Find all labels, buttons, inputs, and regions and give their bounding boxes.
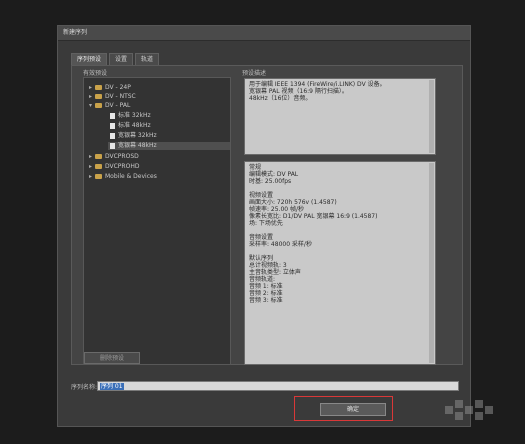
sequence-name-label: 序列名称: [71, 384, 98, 391]
tree-item-standard-32khz[interactable]: 标准 32kHz [110, 112, 151, 120]
folder-icon [95, 103, 102, 108]
tree-item-dvcprohd[interactable]: ▸ DVCPROHD [89, 163, 139, 171]
delete-preset-button[interactable]: 删除预设 [84, 352, 140, 364]
description-scrollbar[interactable] [429, 80, 434, 153]
folder-icon [95, 94, 102, 99]
tree-item-mobile-devices[interactable]: ▸ Mobile & Devices [89, 173, 157, 181]
ok-button[interactable]: 确定 [320, 403, 386, 416]
tab-bar: 序列预设 设置 轨道 [71, 53, 161, 65]
tree-item-dv-24p[interactable]: ▸ DV - 24P [89, 84, 131, 92]
preset-file-icon [110, 132, 115, 139]
tree-item-widescreen-32khz[interactable]: 宽银幕 32kHz [110, 132, 157, 140]
preset-file-icon [110, 112, 115, 119]
preset-file-icon [110, 142, 115, 149]
folder-icon [95, 164, 102, 169]
tree-item-standard-48khz[interactable]: 标准 48kHz [110, 122, 151, 130]
folder-icon [95, 85, 102, 90]
tree-item-dv-pal[interactable]: ▾ DV - PAL [89, 102, 130, 110]
sequence-name-value: 序列 01 [100, 383, 124, 390]
tree-item-dv-ntsc[interactable]: ▸ DV - NTSC [89, 93, 136, 101]
details-scrollbar[interactable] [429, 163, 434, 363]
dialog-title: 新建序列 [58, 26, 470, 41]
tab-sequence-presets[interactable]: 序列预设 [71, 53, 108, 65]
preset-details-box: 常规 编辑模式: DV PAL 时基: 25.00fps 视频设置 画面大小: … [244, 161, 436, 365]
folder-icon [95, 154, 102, 159]
folder-icon [95, 174, 102, 179]
tree-item-dvcprosd[interactable]: ▸ DVCPROSD [89, 153, 139, 161]
description-label: 预设描述 [242, 70, 267, 77]
sequence-name-input[interactable]: 序列 01 [97, 381, 459, 391]
preset-file-icon [110, 122, 115, 129]
tree-item-widescreen-48khz[interactable]: 宽银幕 48kHz [108, 142, 230, 150]
preset-description-box: 用于编辑 IEEE 1394 (FireWire/i.LINK) DV 设备。 … [244, 78, 436, 155]
presets-label: 有效预设 [83, 70, 108, 77]
tab-settings[interactable]: 设置 [109, 53, 134, 65]
presets-tree[interactable]: ▸ DV - 24P ▸ DV - NTSC ▾ DV - PAL 标准 32kHz … [83, 77, 231, 365]
tab-tracks[interactable]: 轨道 [135, 53, 160, 65]
